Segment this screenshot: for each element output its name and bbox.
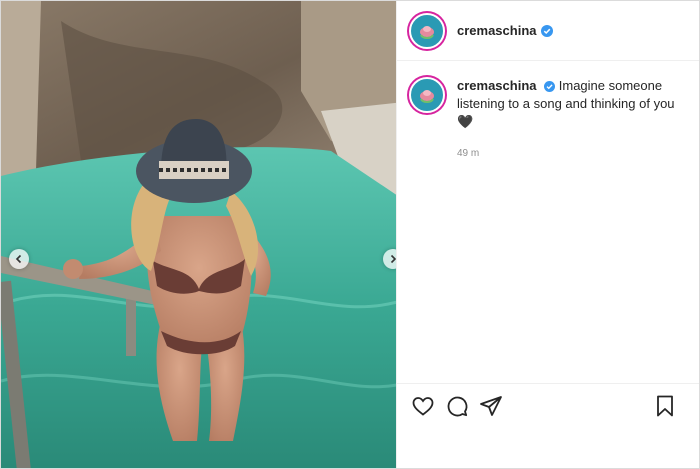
caption-avatar[interactable]: [409, 77, 445, 113]
avatar-flower-icon: [413, 81, 441, 109]
previous-image-button[interactable]: [9, 249, 29, 269]
post-header: cremaschina: [397, 1, 699, 61]
instagram-post: cremaschina cremaschina Imagine someone …: [0, 0, 700, 469]
bookmark-icon[interactable]: [653, 394, 677, 418]
caption-comment: cremaschina Imagine someone listening to…: [409, 77, 687, 163]
next-image-button[interactable]: [383, 249, 396, 269]
caption-body: cremaschina Imagine someone listening to…: [457, 77, 687, 163]
profile-avatar[interactable]: [409, 12, 445, 49]
post-image[interactable]: [1, 1, 396, 468]
post-sidebar: cremaschina cremaschina Imagine someone …: [396, 1, 699, 468]
avatar-flower-icon: [413, 16, 441, 45]
photo-scene: [1, 1, 396, 468]
comment-bubble-icon[interactable]: [445, 394, 469, 418]
verified-badge-icon: [544, 81, 556, 93]
chevron-left-icon: [15, 254, 22, 264]
comments-section: cremaschina Imagine someone listening to…: [397, 61, 699, 383]
action-bar: [397, 383, 699, 428]
verified-badge-icon: [540, 24, 553, 37]
post-timestamp[interactable]: 49 m: [457, 145, 687, 163]
header-username[interactable]: cremaschina: [457, 23, 537, 38]
heart-icon[interactable]: [411, 394, 435, 418]
caption-username[interactable]: cremaschina: [457, 78, 537, 93]
paper-plane-icon[interactable]: [479, 394, 503, 418]
chevron-right-icon: [390, 254, 396, 264]
caption-emoji: 🖤: [457, 114, 474, 129]
